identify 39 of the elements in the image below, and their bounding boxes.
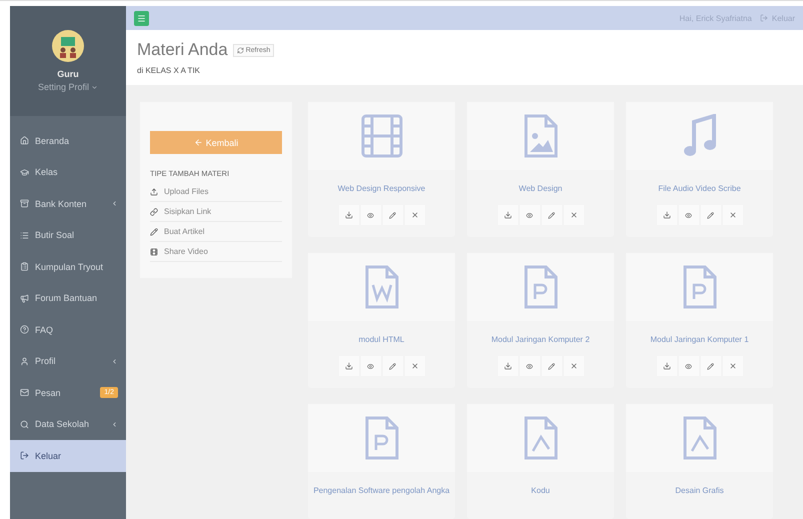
sidebar-item[interactable]: Data Sekolah [10,408,126,440]
material-title[interactable]: modul HTML [358,335,404,344]
user-name: Guru [57,69,79,79]
sidebar-label: Forum Bantuan [35,293,98,304]
sidebar-item[interactable]: Forum Bantuan [10,282,126,314]
sidebar-item[interactable]: Beranda [10,125,126,156]
material-title[interactable]: File Audio Video Scribe [658,184,741,193]
page-title: Materi Anda [137,40,228,60]
sidebar-label: Butir Soal [35,230,76,240]
material-title[interactable]: Desain Grafis [675,486,724,495]
sidebar-label: Kumpulan Tryout [35,262,104,272]
material-type-link[interactable]: Buat Artikel [150,222,282,242]
sidebar-label: Bank Konten [35,198,88,209]
material-title[interactable]: Web Design Responsive [338,184,426,193]
material-title[interactable]: Modul Jaringan Komputer 2 [491,335,590,344]
setting-profile-menu[interactable]: Setting Profil [38,82,98,92]
sidebar-item[interactable]: Bank Konten [10,188,126,220]
material-title[interactable]: Pengenalan Software pengolah Angka [313,486,450,495]
sidebar-item[interactable]: FAQ [10,314,126,346]
material-title[interactable]: Kodu [531,486,550,495]
sidebar-label: Profil [35,356,57,366]
material-type-link[interactable]: Share Video [150,242,282,262]
material-type-link[interactable]: Sisipkan Link [150,202,282,222]
sidebar-item[interactable]: Kumpulan Tryout [10,251,126,282]
sidebar-item[interactable]: Profil [10,346,126,377]
sidebar-item[interactable]: Keluar [10,440,126,472]
sidebar-label: Keluar [35,450,62,461]
material-title[interactable]: Web Design [518,184,562,193]
material-title[interactable]: Modul Jaringan Komputer 1 [650,335,749,344]
sidebar-item[interactable]: Butir Soal [10,220,126,251]
sidebar-label: Kelas [35,167,59,178]
back-button[interactable]: Kembali [150,131,282,154]
class-subtitle: di KELAS X A TIK [137,66,201,75]
sidebar-label: Beranda [35,136,70,146]
sidebar-item[interactable]: Kelas [10,156,126,188]
sidebar-label: Pesan [35,388,62,398]
sidebar-label: Data Sekolah [35,419,90,430]
material-type-link[interactable]: Upload Files [150,182,282,202]
sidebar-label: FAQ [35,324,54,335]
